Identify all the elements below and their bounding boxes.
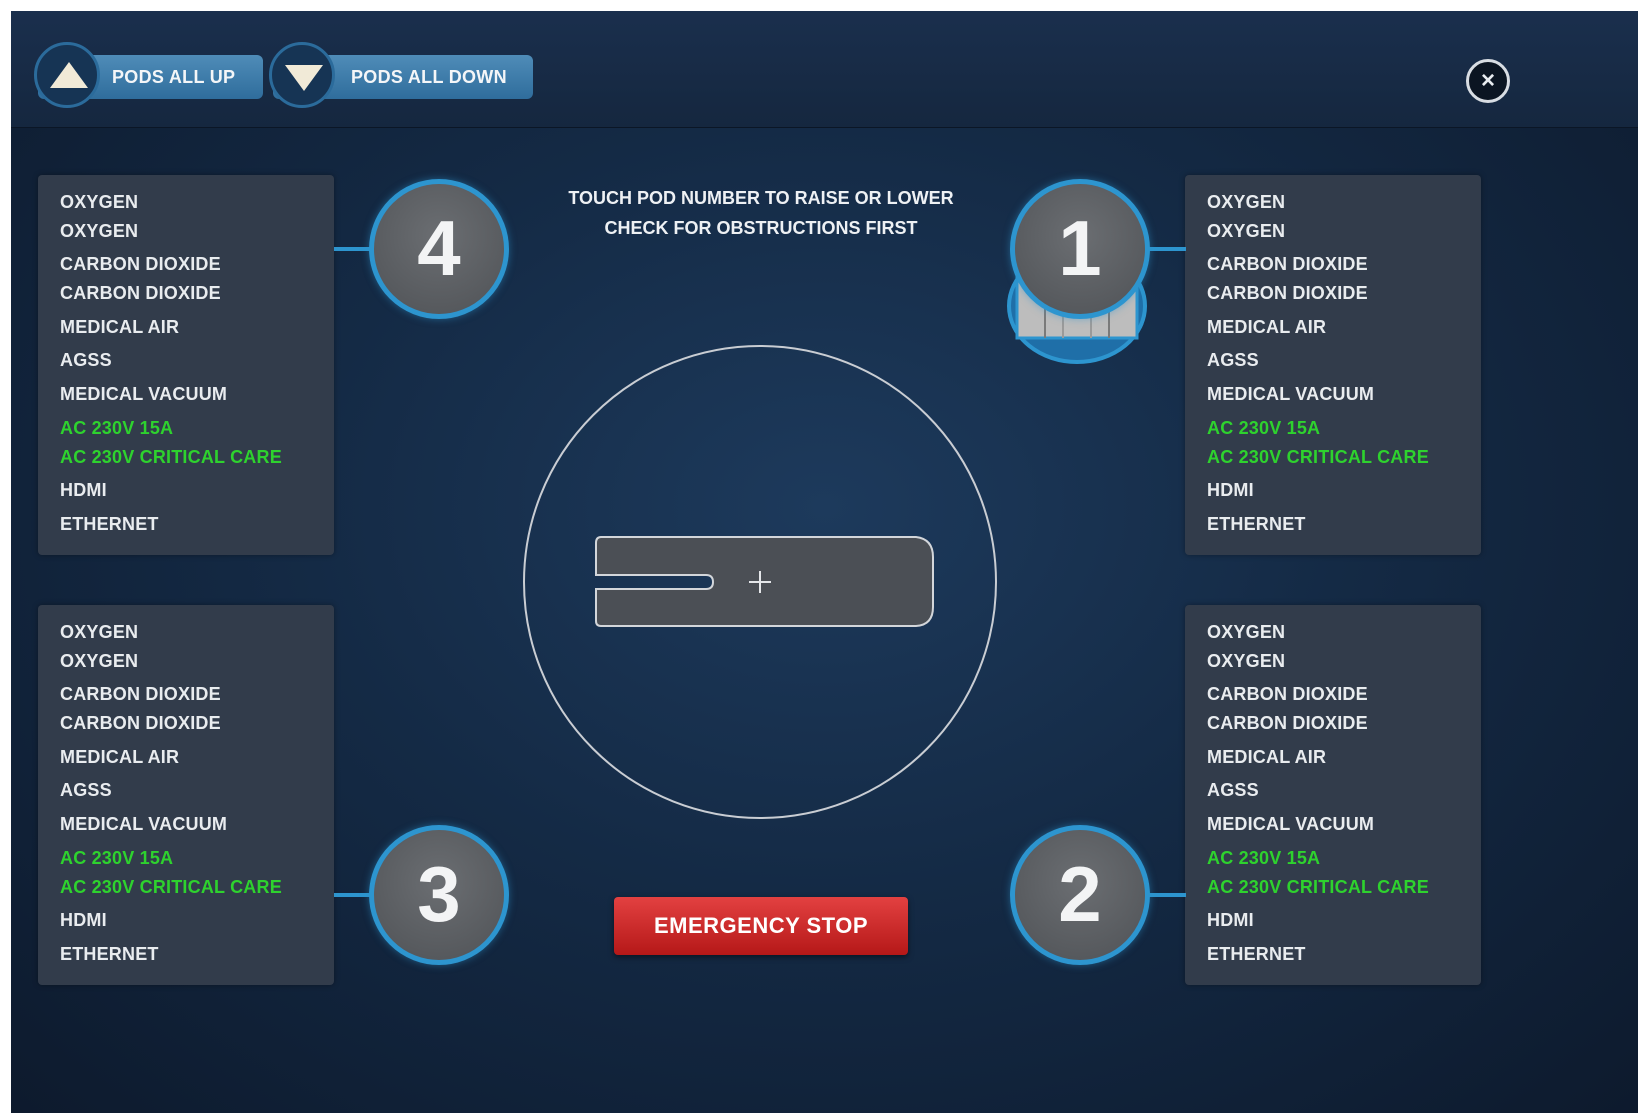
- service-item: HDMI: [1207, 480, 1254, 500]
- pod-3-connector: [334, 893, 374, 897]
- pod-3-button[interactable]: 3: [369, 825, 509, 965]
- pods-all-down-label: PODS ALL DOWN: [351, 67, 507, 87]
- power-item: AC 230V CRITICAL CARE: [1207, 877, 1429, 897]
- power-item: AC 230V 15A: [60, 418, 174, 438]
- service-item: MEDICAL VACUUM: [60, 384, 228, 404]
- pods-all-down-button[interactable]: PODS ALL DOWN: [269, 42, 533, 108]
- service-item: OXYGEN: [1207, 651, 1286, 671]
- service-item: CARBON DIOXIDE: [60, 283, 221, 303]
- emergency-stop-button[interactable]: EMERGENCY STOP: [614, 897, 908, 955]
- pod-1-services-panel: OXYGEN OXYGEN CARBON DIOXIDE CARBON DIOX…: [1185, 175, 1481, 555]
- service-item: MEDICAL VACUUM: [1207, 814, 1375, 834]
- service-item: OXYGEN: [60, 221, 139, 241]
- power-item: AC 230V CRITICAL CARE: [60, 877, 282, 897]
- service-item: OXYGEN: [60, 622, 139, 642]
- service-item: AGSS: [60, 350, 112, 370]
- power-item: AC 230V 15A: [1207, 848, 1321, 868]
- top-toolbar: PODS ALL UP PODS ALL DOWN ×: [11, 11, 1638, 128]
- service-item: MEDICAL AIR: [60, 317, 180, 337]
- instruction-line-1: TOUCH POD NUMBER TO RAISE OR LOWER: [568, 188, 954, 208]
- pods-down-icon-circle: [269, 42, 335, 108]
- service-item: OXYGEN: [1207, 192, 1286, 212]
- pods-all-up-button[interactable]: PODS ALL UP: [34, 42, 263, 108]
- pod-4-connector: [334, 247, 374, 251]
- service-item: OXYGEN: [60, 192, 139, 212]
- service-item: ETHERNET: [1207, 514, 1306, 534]
- power-item: AC 230V CRITICAL CARE: [60, 447, 282, 467]
- service-item: HDMI: [60, 910, 107, 930]
- service-item: CARBON DIOXIDE: [1207, 254, 1368, 274]
- service-item: MEDICAL VACUUM: [60, 814, 228, 834]
- pod-1-button[interactable]: 1: [1010, 179, 1150, 319]
- pod-2-connector: [1146, 893, 1186, 897]
- service-item: MEDICAL AIR: [1207, 747, 1327, 767]
- pod-4-services-panel: OXYGEN OXYGEN CARBON DIOXIDE CARBON DIOX…: [38, 175, 334, 555]
- service-item: CARBON DIOXIDE: [60, 684, 221, 704]
- instruction-line-2: CHECK FOR OBSTRUCTIONS FIRST: [604, 218, 918, 238]
- arrow-down-icon: [285, 65, 323, 91]
- service-item: OXYGEN: [1207, 221, 1286, 241]
- pod-control-screen: PODS ALL UP PODS ALL DOWN × TOUCH POD NU…: [11, 11, 1638, 1113]
- service-item: MEDICAL AIR: [60, 747, 180, 767]
- close-icon[interactable]: ×: [1466, 59, 1510, 103]
- pod-2-button[interactable]: 2: [1010, 825, 1150, 965]
- pod-4-button[interactable]: 4: [369, 179, 509, 319]
- service-item: MEDICAL AIR: [1207, 317, 1327, 337]
- pods-up-icon-circle: [34, 42, 100, 108]
- service-item: CARBON DIOXIDE: [1207, 283, 1368, 303]
- pods-all-up-label: PODS ALL UP: [112, 67, 236, 87]
- power-item: AC 230V 15A: [60, 848, 174, 868]
- power-item: AC 230V 15A: [1207, 418, 1321, 438]
- pod-1-connector: [1146, 247, 1186, 251]
- service-item: ETHERNET: [1207, 944, 1306, 964]
- service-item: AGSS: [1207, 350, 1259, 370]
- service-item: CARBON DIOXIDE: [1207, 713, 1368, 733]
- service-item: CARBON DIOXIDE: [1207, 684, 1368, 704]
- arrow-up-icon: [50, 62, 88, 88]
- power-item: AC 230V CRITICAL CARE: [1207, 447, 1429, 467]
- pod-2-services-panel: OXYGEN OXYGEN CARBON DIOXIDE CARBON DIOX…: [1185, 605, 1481, 985]
- service-item: ETHERNET: [60, 944, 159, 964]
- service-item: HDMI: [60, 480, 107, 500]
- service-item: CARBON DIOXIDE: [60, 254, 221, 274]
- service-item: CARBON DIOXIDE: [60, 713, 221, 733]
- instructions: TOUCH POD NUMBER TO RAISE OR LOWER CHECK…: [461, 183, 1061, 243]
- service-item: AGSS: [60, 780, 112, 800]
- service-item: AGSS: [1207, 780, 1259, 800]
- service-item: OXYGEN: [60, 651, 139, 671]
- service-item: HDMI: [1207, 910, 1254, 930]
- service-item: MEDICAL VACUUM: [1207, 384, 1375, 404]
- service-item: OXYGEN: [1207, 622, 1286, 642]
- room-diagram: [523, 345, 997, 819]
- pod-3-services-panel: OXYGEN OXYGEN CARBON DIOXIDE CARBON DIOX…: [38, 605, 334, 985]
- service-item: ETHERNET: [60, 514, 159, 534]
